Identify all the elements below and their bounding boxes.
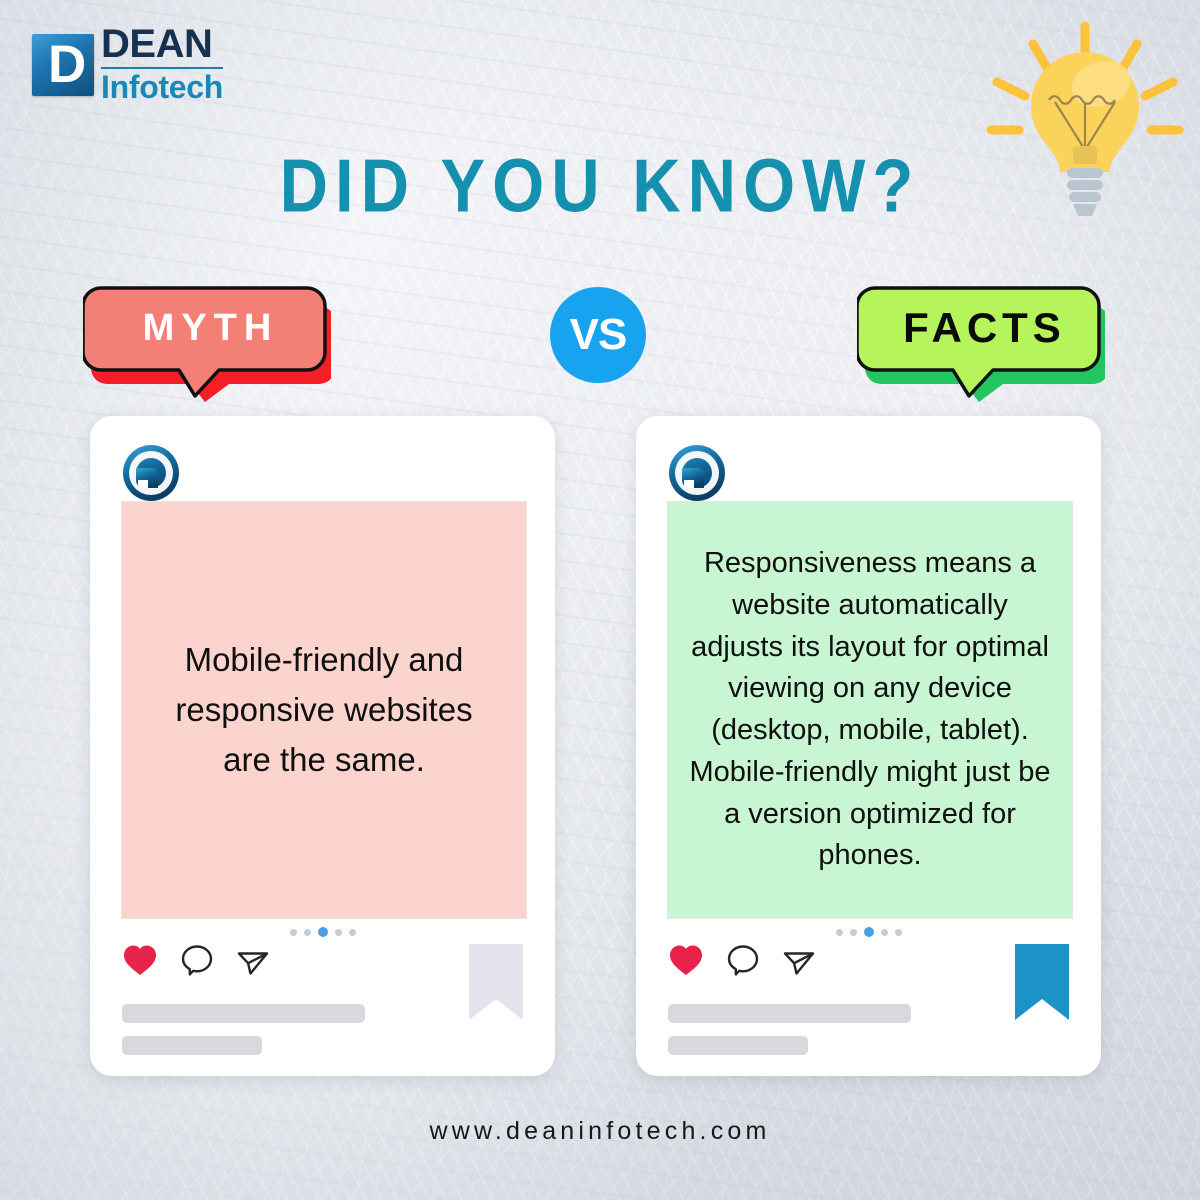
myth-post-card: Mobile-friendly and responsive websites …	[90, 416, 555, 1076]
send-icon[interactable]	[782, 943, 816, 982]
myth-post-image: Mobile-friendly and responsive websites …	[122, 502, 526, 918]
brand-name-primary: DEAN	[101, 22, 213, 66]
carousel-dot-active[interactable]	[317, 927, 328, 937]
comment-icon[interactable]	[180, 943, 214, 982]
dean-logo-avatar-icon	[122, 444, 180, 502]
brand-logo: D DEAN Infotech	[32, 24, 223, 105]
brand-wordmark: DEAN Infotech	[101, 24, 223, 105]
carousel-dot[interactable]	[303, 928, 311, 936]
send-icon[interactable]	[236, 943, 270, 982]
bookmark-icon[interactable]	[465, 940, 527, 1029]
caption-bar	[122, 1036, 262, 1055]
caption-placeholder	[668, 1004, 911, 1055]
carousel-dots[interactable]	[636, 926, 1101, 938]
comment-icon[interactable]	[726, 943, 760, 982]
website-url[interactable]: www.deaninfotech.com	[0, 1117, 1200, 1146]
lightbulb-icon	[985, 18, 1185, 228]
poster-canvas: D DEAN Infotech DID YOU KNOW? MYTH FACTS…	[0, 0, 1200, 1200]
vs-label: VS	[569, 310, 628, 359]
caption-bar	[668, 1004, 911, 1023]
carousel-dot[interactable]	[348, 928, 356, 936]
myth-badge: MYTH	[81, 284, 335, 402]
caption-placeholder	[122, 1004, 365, 1055]
carousel-dot[interactable]	[894, 928, 902, 936]
carousel-dot[interactable]	[849, 928, 857, 936]
post-actions	[668, 943, 816, 982]
facts-post-card: Responsiveness means a website automatic…	[636, 416, 1101, 1076]
bookmark-icon-saved[interactable]	[1011, 940, 1073, 1029]
caption-bar	[122, 1004, 365, 1023]
carousel-dot-active[interactable]	[863, 927, 874, 937]
facts-post-text: Responsiveness means a website automatic…	[689, 547, 1051, 872]
facts-post-image: Responsiveness means a website automatic…	[668, 502, 1072, 918]
brand-name-secondary: Infotech	[101, 69, 224, 105]
carousel-dot[interactable]	[289, 928, 297, 936]
facts-badge: FACTS	[855, 284, 1109, 402]
carousel-dot[interactable]	[334, 928, 342, 936]
dean-logo-mark-icon: D	[32, 33, 94, 96]
heart-icon[interactable]	[122, 943, 158, 982]
heart-icon[interactable]	[668, 943, 704, 982]
carousel-dot[interactable]	[880, 928, 888, 936]
carousel-dot[interactable]	[835, 928, 843, 936]
dean-logo-avatar-icon	[668, 444, 726, 502]
logo-letter-d: D	[48, 34, 86, 94]
myth-post-text: Mobile-friendly and responsive websites …	[175, 640, 473, 779]
carousel-dots[interactable]	[90, 926, 555, 938]
caption-bar	[668, 1036, 808, 1055]
vs-badge: VS	[550, 287, 646, 383]
post-actions	[122, 943, 270, 982]
